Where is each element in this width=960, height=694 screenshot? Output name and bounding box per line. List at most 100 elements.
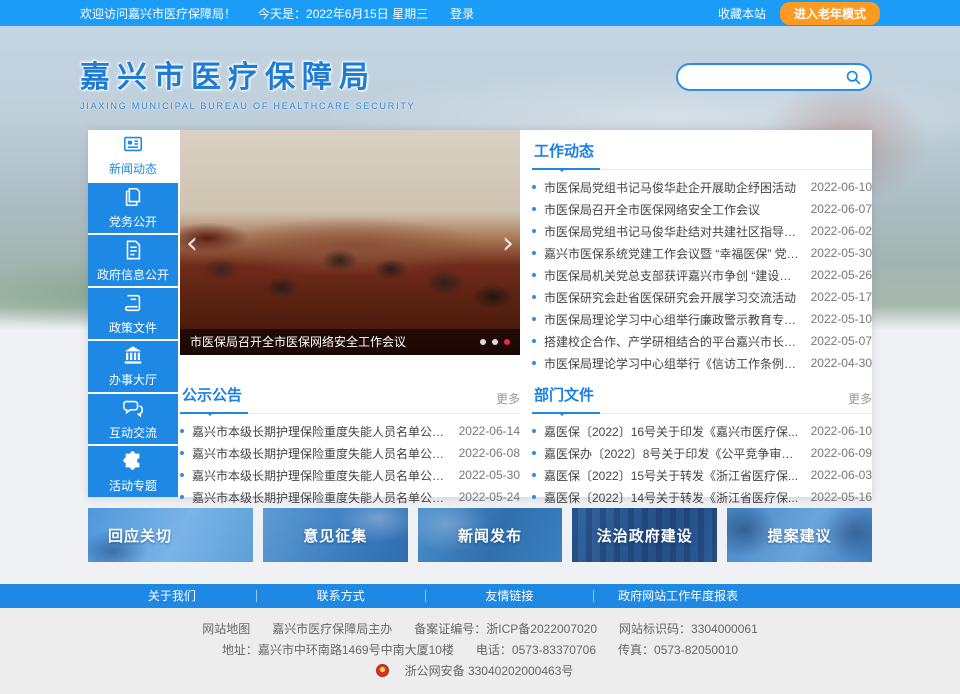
file-item-title: 嘉医保办〔2022〕8号关于印发《公平竞争审查... <box>544 445 801 462</box>
section-title-notices: 公示公告 <box>180 384 248 414</box>
carousel-prev-arrow-icon[interactable]: ‹ <box>186 229 198 259</box>
news-item-title: 市医保局党组书记马俊华赴企开展助企纾困活动 <box>544 179 801 196</box>
section-title-dept-files: 部门文件 <box>532 384 600 414</box>
news-item[interactable]: 市医保局党组书记马俊华赴结对共建社区指导全国文... 2022-06-02 <box>532 220 872 242</box>
sidebar-item-interaction[interactable]: 互动交流 <box>88 394 178 445</box>
policy-book-icon <box>122 292 144 314</box>
bullet-dot-icon <box>532 339 536 343</box>
sidebar-item-policy-files[interactable]: 政策文件 <box>88 288 178 339</box>
footer-nav-contact[interactable]: 联系方式 <box>257 590 426 602</box>
puzzle-piece-icon <box>122 450 144 472</box>
work-news-list: 市医保局党组书记马俊华赴企开展助企纾困活动 2022-06-10 市医保局召开全… <box>532 176 872 374</box>
notice-item-title: 嘉兴市本级长期护理保险重度失能人员名单公示（2... <box>192 467 449 484</box>
search-button[interactable] <box>845 69 862 86</box>
notice-item-date: 2022-06-08 <box>459 446 520 460</box>
bullet-dot-icon <box>532 473 536 477</box>
news-item[interactable]: 市医保局理论学习中心组举行廉政警示教育专题学习... 2022-05-10 <box>532 308 872 330</box>
banner-news-release[interactable]: 新闻发布 <box>418 508 563 562</box>
bullet-dot-icon <box>532 185 536 189</box>
public-security-emblem-icon <box>376 664 389 677</box>
favorite-site-link[interactable]: 收藏本站 <box>718 5 766 22</box>
security-record[interactable]: 浙公网安备 33040202000463号 <box>376 664 585 678</box>
news-item[interactable]: 市医保研究会赴省医保研究会开展学习交流活动 2022-05-17 <box>532 286 872 308</box>
banner-shortcuts: 回应关切 意见征集 新闻发布 法治政府建设 提案建议 <box>88 508 872 562</box>
footer-nav-annual-report[interactable]: 政府网站工作年度报表 <box>594 590 762 602</box>
news-item[interactable]: 搭建校企合作、产学研相结合的平台嘉兴市长期护理... 2022-05-07 <box>532 330 872 352</box>
news-item-date: 2022-04-30 <box>811 356 872 370</box>
banner-opinion-collection[interactable]: 意见征集 <box>263 508 408 562</box>
news-item[interactable]: 嘉兴市医保系统党建工作会议暨 “幸福医保” 党建联... 2022-05-30 <box>532 242 872 264</box>
news-item-title: 市医保局党组书记马俊华赴结对共建社区指导全国文... <box>544 223 801 240</box>
site-identity: 嘉兴市医疗保障局 JIAXING MUNICIPAL BUREAU OF HEA… <box>80 52 415 111</box>
carousel-dots <box>480 339 510 345</box>
sidebar-item-service-hall[interactable]: 办事大厅 <box>88 341 178 392</box>
search-input[interactable] <box>692 70 845 84</box>
bullet-dot-icon <box>180 473 184 477</box>
sidebar-item-gov-info[interactable]: 政府信息公开 <box>88 235 178 286</box>
bullet-dot-icon <box>180 451 184 455</box>
sidebar-item-label: 办事大厅 <box>109 371 157 388</box>
login-link[interactable]: 登录 <box>450 5 474 22</box>
news-item-date: 2022-05-26 <box>811 268 872 282</box>
file-item[interactable]: 嘉医保办〔2022〕8号关于印发《公平竞争审查... 2022-06-09 <box>532 442 872 464</box>
banner-label: 新闻发布 <box>458 525 522 546</box>
footer-site-id: 网站标识码：3304000061 <box>619 622 758 636</box>
notices-more-link[interactable]: 更多 <box>496 390 520 413</box>
file-item[interactable]: 嘉医保〔2022〕15号关于转发《浙江省医疗保... 2022-06-03 <box>532 464 872 486</box>
dept-files-list: 嘉医保〔2022〕16号关于印发《嘉兴市医疗保... 2022-06-10 嘉医… <box>532 420 872 508</box>
elder-mode-button[interactable]: 进入老年模式 <box>780 2 880 25</box>
bullet-dot-icon <box>532 295 536 299</box>
news-item[interactable]: 市医保局理论学习中心组举行《信访工作条例》专题... 2022-04-30 <box>532 352 872 374</box>
bullet-dot-icon <box>532 273 536 277</box>
sidebar-item-label: 活动专题 <box>109 477 157 494</box>
file-item-title: 嘉医保〔2022〕15号关于转发《浙江省医疗保... <box>544 467 801 484</box>
footer-phone: 电话：0573-83370706 <box>476 643 596 657</box>
section-dept-files: 部门文件 更多 嘉医保〔2022〕16号关于印发《嘉兴市医疗保... 2022-… <box>532 374 872 508</box>
footer-line-1: 网站地图 嘉兴市医疗保障局主办 备案证编号：浙ICP备2022007020 网站标识码… <box>0 619 960 640</box>
bullet-dot-icon <box>532 451 536 455</box>
footer-nav-links[interactable]: 友情链接 <box>426 590 595 602</box>
carousel-dot[interactable] <box>480 339 486 345</box>
news-item[interactable]: 市医保局党组书记马俊华赴企开展助企纾困活动 2022-06-10 <box>532 176 872 198</box>
footer-icp-number: 备案证编号：浙ICP备2022007020 <box>414 622 597 636</box>
site-subtitle: JIAXING MUNICIPAL BUREAU OF HEALTHCARE S… <box>80 101 415 111</box>
notice-item[interactable]: 嘉兴市本级长期护理保险重度失能人员名单公示（2... 2022-05-30 <box>180 464 520 486</box>
notice-item-title: 嘉兴市本级长期护理保险重度失能人员名单公示（2... <box>192 445 449 462</box>
notices-list: 嘉兴市本级长期护理保险重度失能人员名单公示（2... 2022-06-14 嘉兴… <box>180 420 520 508</box>
carousel-caption[interactable]: 市医保局召开全市医保网络安全工作会议 <box>180 329 520 355</box>
footer-nav-bar: 关于我们 联系方式 友情链接 政府网站工作年度报表 <box>0 584 960 608</box>
news-item-date: 2022-06-10 <box>811 180 872 194</box>
news-item-title: 市医保局机关党总支部获评嘉兴市争创 “建设清廉机... <box>544 267 801 284</box>
footer-nav-about[interactable]: 关于我们 <box>88 590 257 602</box>
notice-item[interactable]: 嘉兴市本级长期护理保险重度失能人员名单公示（2... 2022-06-14 <box>180 420 520 442</box>
news-item-date: 2022-05-30 <box>811 246 872 260</box>
dept-files-more-link[interactable]: 更多 <box>848 390 872 413</box>
footer-line-2: 地址：嘉兴市中环南路1469号中南大厦10楼电话：0573-83370706传真… <box>0 640 960 661</box>
carousel-next-arrow-icon[interactable]: › <box>502 229 514 259</box>
sidebar-item-news[interactable]: 新闻动态 <box>88 130 178 181</box>
banner-rule-of-law[interactable]: 法治政府建设 <box>572 508 717 562</box>
news-item-title: 市医保局理论学习中心组举行《信访工作条例》专题... <box>544 355 801 372</box>
file-item-title: 嘉医保〔2022〕16号关于印发《嘉兴市医疗保... <box>544 423 801 440</box>
carousel-dot-active[interactable] <box>504 339 510 345</box>
section-work-news: 工作动态 市医保局党组书记马俊华赴企开展助企纾困活动 2022-06-10 市医 <box>532 130 872 374</box>
banner-label: 法治政府建设 <box>597 525 693 546</box>
file-item-date: 2022-06-10 <box>811 424 872 438</box>
sidebar-item-special-topics[interactable]: 活动专题 <box>88 446 178 497</box>
sidebar-item-party-affairs[interactable]: 党务公开 <box>88 183 178 234</box>
news-item[interactable]: 市医保局召开全市医保网络安全工作会议 2022-06-07 <box>532 198 872 220</box>
sitemap-link[interactable]: 网站地图 <box>202 622 250 636</box>
banner-respond-concerns[interactable]: 回应关切 <box>88 508 253 562</box>
news-carousel[interactable]: ‹ › 市医保局召开全市医保网络安全工作会议 <box>180 130 520 355</box>
banner-proposals[interactable]: 提案建议 <box>727 508 872 562</box>
topbar: 欢迎访问嘉兴市医疗保障局！ 今天是：2022年6月15日 星期三 登录 收藏本站… <box>0 0 960 26</box>
file-item[interactable]: 嘉医保〔2022〕16号关于印发《嘉兴市医疗保... 2022-06-10 <box>532 420 872 442</box>
file-item[interactable]: 嘉医保〔2022〕14号关于转发《浙江省医疗保... 2022-05-16 <box>532 486 872 508</box>
carousel-dot[interactable] <box>492 339 498 345</box>
notice-item[interactable]: 嘉兴市本级长期护理保险重度失能人员名单公示（2... 2022-06-08 <box>180 442 520 464</box>
notice-item[interactable]: 嘉兴市本级长期护理保险重度失能人员名单公示（2... 2022-05-24 <box>180 486 520 508</box>
footer-organizer: 嘉兴市医疗保障局主办 <box>272 622 392 636</box>
news-item[interactable]: 市医保局机关党总支部获评嘉兴市争创 “建设清廉机... 2022-05-26 <box>532 264 872 286</box>
news-item-title: 嘉兴市医保系统党建工作会议暨 “幸福医保” 党建联... <box>544 245 801 262</box>
sidebar-item-label: 新闻动态 <box>109 160 157 177</box>
